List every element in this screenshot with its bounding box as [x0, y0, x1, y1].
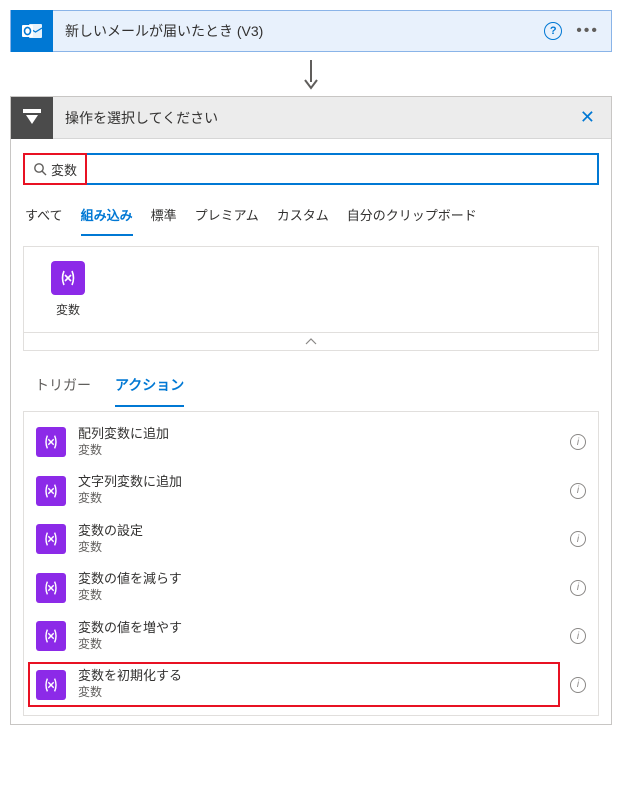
trigger-action-tabs: トリガー アクション: [23, 351, 599, 407]
action-title: 変数の値を増やす: [78, 620, 558, 637]
variable-icon: [51, 261, 85, 295]
variable-icon: [36, 427, 66, 457]
category-tab-2[interactable]: 標準: [151, 199, 177, 236]
action-title: 配列変数に追加: [78, 426, 558, 443]
collapse-bar[interactable]: [23, 333, 599, 351]
variable-icon: [36, 524, 66, 554]
action-list[interactable]: 配列変数に追加変数i文字列変数に追加変数i変数の設定変数i変数の値を減らす変数i…: [23, 411, 599, 716]
action-row-2[interactable]: 変数の設定変数 i: [24, 515, 598, 563]
variable-icon: [36, 573, 66, 603]
action-subtitle: 変数: [78, 491, 558, 507]
action-text: 変数の値を減らす変数: [78, 571, 558, 603]
info-icon[interactable]: i: [570, 483, 586, 499]
operation-header-icon: [11, 97, 53, 139]
outlook-icon: [11, 10, 53, 52]
action-row-4[interactable]: 変数の値を増やす変数 i: [24, 612, 598, 660]
choose-operation-header: 操作を選択してください ✕: [11, 97, 611, 139]
action-text: 文字列変数に追加変数: [78, 474, 558, 506]
action-text: 変数を初期化する変数: [78, 668, 558, 700]
info-icon[interactable]: i: [570, 628, 586, 644]
action-subtitle: 変数: [78, 443, 558, 459]
choose-operation-card: 操作を選択してください ✕ すべて組み込み標準プレミアムカスタム自分のクリップボ…: [10, 96, 612, 725]
trigger-title: 新しいメールが届いたとき (V3): [53, 21, 544, 41]
connector-list: 変数: [23, 246, 599, 333]
action-title: 変数の設定: [78, 523, 558, 540]
chevron-up-icon: [305, 338, 317, 346]
tab-trigger[interactable]: トリガー: [35, 369, 91, 407]
action-title: 変数の値を減らす: [78, 571, 558, 588]
choose-operation-title: 操作を選択してください: [53, 108, 574, 128]
category-tab-5[interactable]: 自分のクリップボード: [347, 199, 477, 236]
variable-icon: [36, 621, 66, 651]
action-text: 配列変数に追加変数: [78, 426, 558, 458]
action-text: 変数の設定変数: [78, 523, 558, 555]
category-tabs: すべて組み込み標準プレミアムカスタム自分のクリップボード: [23, 185, 599, 236]
connector-item-variable[interactable]: 変数: [38, 261, 98, 318]
action-text: 変数の値を増やす変数: [78, 620, 558, 652]
action-subtitle: 変数: [78, 637, 558, 653]
variable-icon: [36, 476, 66, 506]
action-subtitle: 変数: [78, 588, 558, 604]
tab-action[interactable]: アクション: [115, 369, 184, 407]
search-icon: [31, 162, 51, 176]
category-tab-0[interactable]: すべて: [25, 199, 63, 236]
action-subtitle: 変数: [78, 685, 558, 701]
action-subtitle: 変数: [78, 540, 558, 556]
action-row-5[interactable]: 変数を初期化する変数 i: [24, 660, 598, 708]
action-row-1[interactable]: 文字列変数に追加変数 i: [24, 466, 598, 514]
action-title: 文字列変数に追加: [78, 474, 558, 491]
more-icon[interactable]: •••: [576, 23, 599, 39]
category-tab-4[interactable]: カスタム: [277, 199, 329, 236]
info-icon[interactable]: i: [570, 531, 586, 547]
search-input[interactable]: [51, 162, 591, 177]
variable-icon: [36, 670, 66, 700]
category-tab-3[interactable]: プレミアム: [195, 199, 259, 236]
action-row-3[interactable]: 変数の値を減らす変数 i: [24, 563, 598, 611]
action-title: 変数を初期化する: [78, 668, 558, 685]
info-icon[interactable]: i: [570, 677, 586, 693]
flow-arrow: [10, 52, 612, 96]
close-icon[interactable]: ✕: [574, 103, 601, 132]
info-icon[interactable]: i: [570, 434, 586, 450]
info-icon[interactable]: i: [570, 580, 586, 596]
trigger-card[interactable]: 新しいメールが届いたとき (V3) ? •••: [10, 10, 612, 52]
connector-label: 変数: [56, 301, 80, 318]
search-input-wrap[interactable]: [23, 153, 599, 185]
help-icon[interactable]: ?: [544, 22, 562, 40]
action-row-0[interactable]: 配列変数に追加変数 i: [24, 418, 598, 466]
category-tab-1[interactable]: 組み込み: [81, 199, 133, 236]
